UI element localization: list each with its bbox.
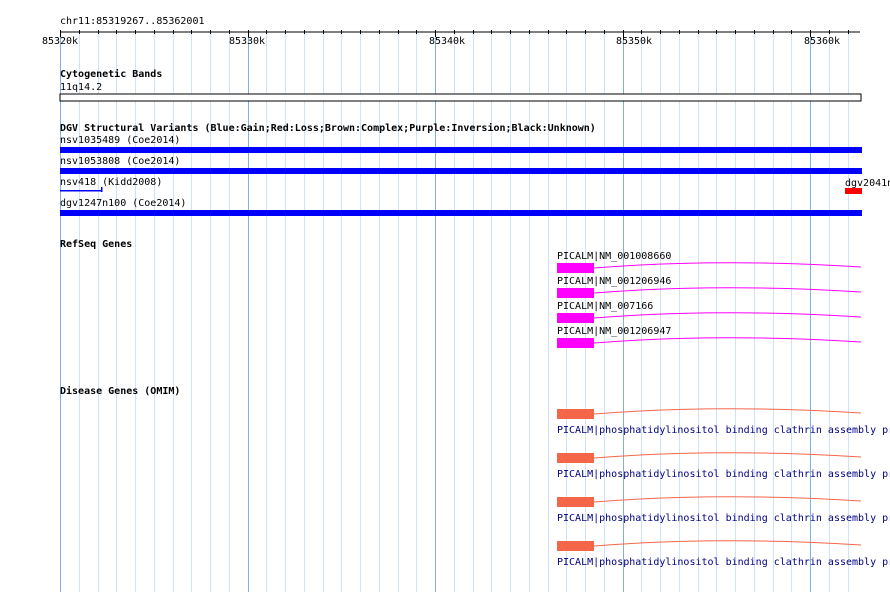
refseq-gene-label: PICALM|NM_001206947 [557,326,671,337]
ruler-track[interactable]: chr11:85319267..85362001 85320k 85330k 8… [42,16,860,47]
omim-exon[interactable] [557,453,594,463]
dgv-feature-nsv1035489[interactable] [60,147,862,153]
omim-intron-line[interactable] [593,452,862,459]
refseq-exon[interactable] [557,338,594,348]
omim-gene-label: PICALM|phosphatidylinositol binding clat… [557,425,890,436]
omim-intron-line[interactable] [593,408,862,415]
dgv-feature-dgv1247n100[interactable] [60,210,862,216]
dgv-feature-nsv418[interactable] [60,190,102,192]
refseq-intron-line[interactable] [593,312,862,319]
refseq-exon[interactable] [557,288,594,298]
cytoband-track-title: Cytogenetic Bands [60,68,162,80]
ruler-tick-label-85340k: 85340k [429,36,465,47]
dgv-feature-nsv1053808[interactable] [60,168,862,174]
genome-browser-view[interactable]: chr11:85319267..85362001 85320k 85330k 8… [0,0,890,592]
refseq-track-title: RefSeq Genes [60,239,132,250]
refseq-gene-label: PICALM|NM_007166 [557,301,653,312]
dgv-feature-nsv418-end [101,187,103,192]
dgv-feature-label: dgv2041n [845,178,890,189]
refseq-track[interactable]: RefSeq Genes PICALM|NM_001008660 PICALM|… [60,239,862,348]
omim-track-title: Disease Genes (OMIM) [60,385,180,397]
omim-track[interactable]: Disease Genes (OMIM) PICALM|phosphatidyl… [60,385,890,568]
genome-browser-canvas[interactable]: chr11:85319267..85362001 85320k 85330k 8… [0,0,890,592]
omim-exon[interactable] [557,541,594,551]
dgv-track[interactable]: DGV Structural Variants (Blue:Gain;Red:L… [60,122,890,216]
ruler-tick-label-85360k: 85360k [804,36,840,47]
ruler-tick-label-85320k: 85320k [42,36,78,47]
cytoband-track[interactable]: Cytogenetic Bands 11q14.2 [59,68,862,102]
refseq-intron-line[interactable] [593,287,862,294]
dgv-track-title: DGV Structural Variants (Blue:Gain;Red:L… [60,122,596,134]
dgv-feature-dgv2041n[interactable] [845,188,862,194]
cytoband-bar[interactable] [59,93,862,102]
omim-gene-label: PICALM|phosphatidylinositol binding clat… [557,513,890,524]
refseq-intron-line[interactable] [593,337,862,344]
dgv-feature-label: dgv1247n100 (Coe2014) [60,198,186,209]
ruler-tick-label-85330k: 85330k [229,36,265,47]
omim-gene-label: PICALM|phosphatidylinositol binding clat… [557,557,890,568]
dgv-feature-label: nsv1053808 (Coe2014) [60,156,180,167]
omim-exon[interactable] [557,409,594,419]
dgv-feature-label: nsv1035489 (Coe2014) [60,135,180,146]
ruler-tick-label-85350k: 85350k [616,36,652,47]
refseq-gene-label: PICALM|NM_001008660 [557,251,671,262]
omim-gene-label: PICALM|phosphatidylinositol binding clat… [557,469,890,480]
refseq-intron-line[interactable] [593,262,862,269]
omim-intron-line[interactable] [593,496,862,503]
refseq-exon[interactable] [557,263,594,273]
refseq-gene-label: PICALM|NM_001206946 [557,276,671,287]
omim-intron-line[interactable] [593,540,862,547]
cytoband-label: 11q14.2 [60,82,102,93]
dgv-feature-label: nsv418 (Kidd2008) [60,177,162,188]
refseq-exon[interactable] [557,313,594,323]
region-label: chr11:85319267..85362001 [60,16,205,27]
omim-exon[interactable] [557,497,594,507]
